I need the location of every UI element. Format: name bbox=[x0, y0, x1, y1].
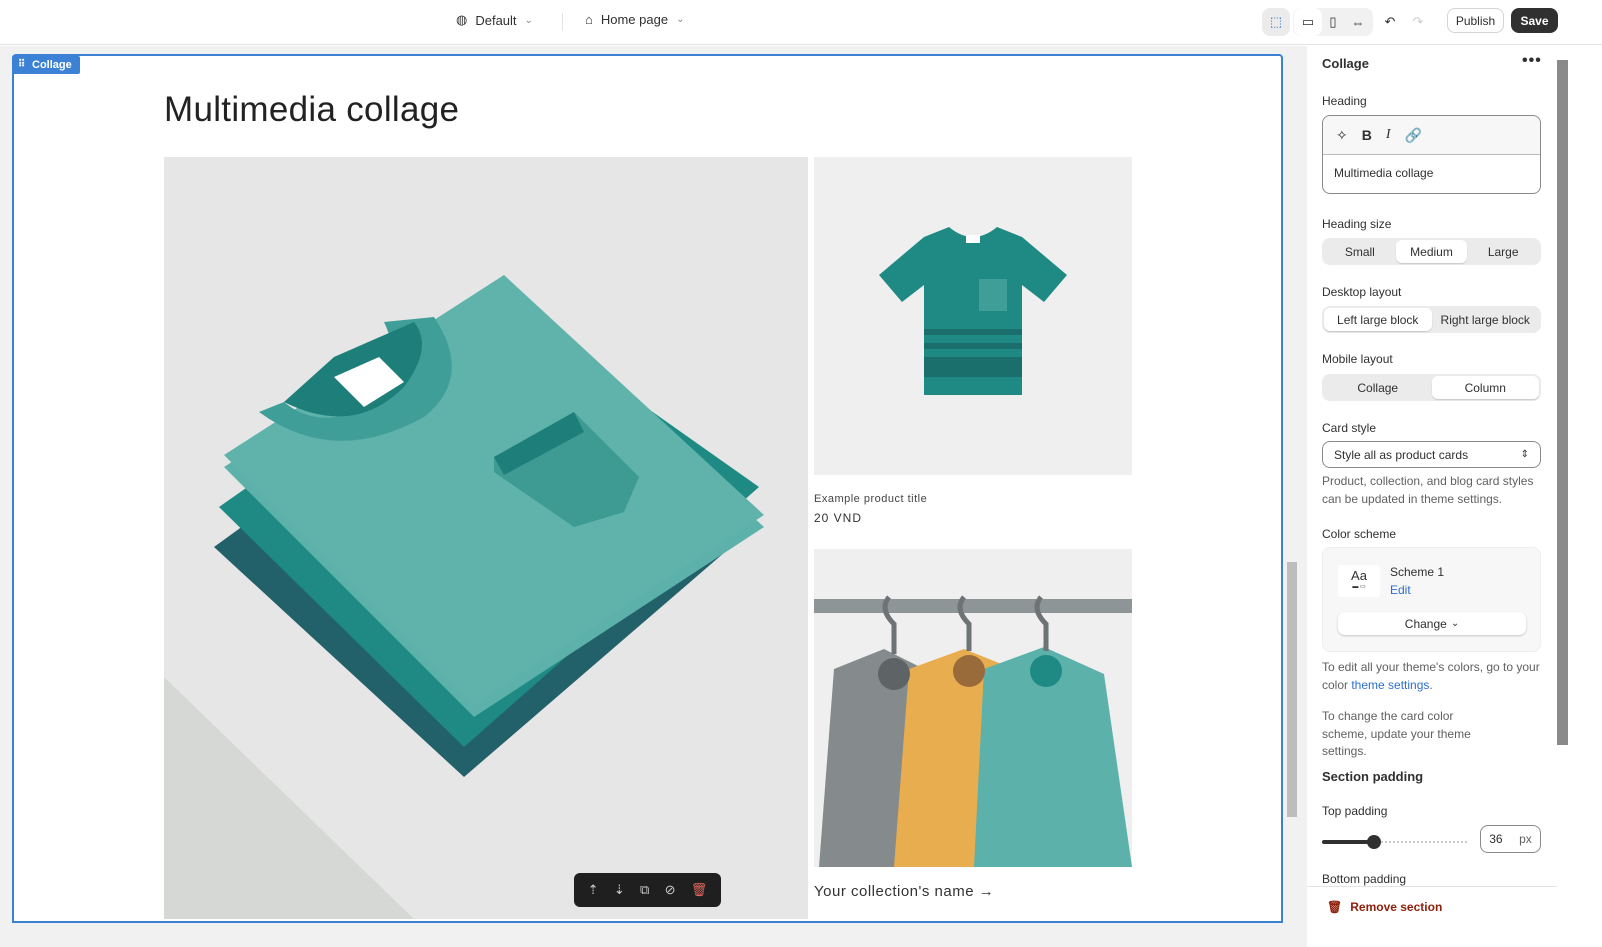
theme-settings-link[interactable]: theme settings bbox=[1351, 678, 1429, 692]
ai-sparkle-icon[interactable]: ✧ bbox=[1336, 127, 1348, 144]
bottom-padding-label: Bottom padding bbox=[1322, 872, 1407, 886]
heading-size-medium[interactable]: Medium bbox=[1395, 240, 1468, 263]
select-arrows-icon: ⇕ bbox=[1520, 449, 1529, 460]
fullwidth-view-button[interactable]: ⇔ bbox=[1344, 8, 1372, 36]
collection-link[interactable]: Your collection's name → bbox=[814, 883, 994, 900]
tshirt-product-image[interactable] bbox=[814, 157, 1132, 475]
mobile-icon: ▯ bbox=[1329, 14, 1337, 29]
panel-title: Collage bbox=[1322, 56, 1369, 71]
panel-scrollbar-thumb[interactable] bbox=[1557, 60, 1568, 745]
inspector-toggle[interactable]: ⬚ bbox=[1262, 8, 1290, 36]
divider bbox=[562, 13, 563, 31]
slider-handle[interactable] bbox=[1367, 835, 1382, 849]
desktop-layout-segmented: Left large block Right large block bbox=[1322, 306, 1541, 333]
card-scheme-help: To change the card color scheme, update … bbox=[1322, 709, 1471, 758]
heading-label: Heading bbox=[1322, 94, 1367, 108]
top-padding-value: 36 bbox=[1489, 832, 1503, 846]
product-price: 20 VND bbox=[814, 511, 863, 525]
color-scheme-label: Color scheme bbox=[1322, 527, 1397, 541]
heading-size-segmented: Small Medium Large bbox=[1322, 238, 1541, 265]
scheme-edit-link[interactable]: Edit bbox=[1390, 583, 1411, 597]
remove-section-label: Remove section bbox=[1350, 900, 1443, 914]
preview-canvas: Multimedia collage Example product title… bbox=[0, 46, 1307, 947]
expand-icon: ⇔ bbox=[1351, 14, 1365, 30]
heading-size-label: Heading size bbox=[1322, 217, 1392, 231]
colors-help-end: . bbox=[1429, 677, 1433, 692]
desktop-layout-label: Desktop layout bbox=[1322, 285, 1402, 299]
rte-toolbar: ✧ B I 🔗 bbox=[1323, 116, 1540, 155]
trash-icon: 🗑 bbox=[1327, 900, 1343, 914]
select-cursor-icon: ⬚ bbox=[1269, 14, 1283, 29]
scheme-preview-text: Aa bbox=[1351, 568, 1367, 583]
mobile-layout-column[interactable]: Column bbox=[1431, 376, 1539, 399]
redo-icon: ↷ bbox=[1412, 14, 1424, 29]
delete-icon[interactable]: 🗑 bbox=[691, 882, 708, 898]
card-style-value: Style all as product cards bbox=[1334, 447, 1469, 462]
section-label[interactable]: Collage bbox=[12, 56, 80, 74]
panel-footer: 🗑 Remove section bbox=[1307, 886, 1557, 947]
top-bar: ◍ Default ⌄ ⌂ Home page ⌄ ⬚ ▭ ▯ ⇔ ↶ ↷ Pu… bbox=[0, 0, 1602, 45]
bold-icon[interactable]: B bbox=[1362, 127, 1372, 143]
desktop-layout-left[interactable]: Left large block bbox=[1324, 308, 1432, 331]
colors-help: To edit all your theme's colors, go to y… bbox=[1322, 659, 1547, 694]
page-label: Home page bbox=[600, 12, 669, 27]
top-padding-input[interactable]: 36 px bbox=[1480, 825, 1541, 853]
top-padding-unit: px bbox=[1519, 832, 1532, 846]
block-toolbar: ⇡ ⇣ ⧉ ⊘ 🗑 bbox=[574, 873, 721, 907]
undo-icon: ↶ bbox=[1384, 14, 1396, 29]
mobile-layout-segmented: Collage Column bbox=[1322, 374, 1541, 401]
chevron-down-icon: ⌄ bbox=[676, 14, 685, 25]
theme-selector[interactable]: ◍ Default ⌄ bbox=[456, 12, 533, 28]
scheme-preview: Aa ▬ ▭ bbox=[1338, 565, 1380, 597]
link-icon[interactable]: 🔗 bbox=[1405, 127, 1422, 144]
collage-section[interactable]: Multimedia collage Example product title… bbox=[12, 54, 1283, 923]
mobile-layout-collage[interactable]: Collage bbox=[1324, 376, 1432, 399]
page-selector[interactable]: ⌂ Home page ⌄ bbox=[585, 12, 684, 27]
desktop-icon: ▭ bbox=[1301, 14, 1315, 29]
hide-icon[interactable]: ⊘ bbox=[665, 882, 676, 898]
arrow-right-icon: → bbox=[978, 883, 995, 900]
mobile-layout-label: Mobile layout bbox=[1322, 352, 1393, 366]
product-title[interactable]: Example product title bbox=[814, 493, 927, 505]
heading-size-small[interactable]: Small bbox=[1324, 240, 1396, 263]
redo-button[interactable]: ↷ bbox=[1404, 8, 1432, 36]
settings-panel: Collage ••• Heading ✧ B I 🔗 Multimedia c… bbox=[1307, 46, 1557, 947]
theme-label: Default bbox=[475, 12, 517, 28]
italic-icon[interactable]: I bbox=[1386, 127, 1391, 143]
undo-button[interactable]: ↶ bbox=[1376, 8, 1404, 36]
home-icon: ⌂ bbox=[585, 12, 593, 27]
duplicate-icon[interactable]: ⧉ bbox=[640, 882, 649, 898]
heading-input[interactable]: Multimedia collage bbox=[1323, 155, 1540, 191]
heading-size-large[interactable]: Large bbox=[1467, 240, 1539, 263]
desktop-view-button[interactable]: ▭ bbox=[1294, 8, 1322, 36]
card-style-label: Card style bbox=[1322, 421, 1377, 435]
globe-icon: ◍ bbox=[456, 12, 468, 27]
top-padding-label: Top padding bbox=[1322, 804, 1388, 818]
change-label: Change bbox=[1404, 616, 1447, 631]
remove-section-button[interactable]: 🗑 Remove section bbox=[1327, 900, 1442, 914]
collage-heading: Multimedia collage bbox=[164, 90, 460, 129]
color-scheme-card: Aa ▬ ▭ Scheme 1 Edit Change ⌄ bbox=[1322, 547, 1541, 652]
move-up-icon[interactable]: ⇡ bbox=[588, 882, 599, 898]
heading-editor[interactable]: ✧ B I 🔗 Multimedia collage bbox=[1322, 115, 1541, 194]
save-button[interactable]: Save bbox=[1511, 8, 1558, 33]
collection-name: Your collection's name bbox=[814, 883, 975, 900]
top-padding-slider[interactable] bbox=[1322, 835, 1467, 849]
mobile-view-button[interactable]: ▯ bbox=[1319, 8, 1347, 36]
more-options-icon[interactable]: ••• bbox=[1522, 52, 1542, 70]
card-style-select[interactable]: Style all as product cards ⇕ bbox=[1322, 441, 1541, 468]
publish-button[interactable]: Publish bbox=[1447, 8, 1504, 33]
collection-image[interactable] bbox=[814, 549, 1132, 867]
section-padding-heading: Section padding bbox=[1322, 769, 1424, 784]
scheme-name: Scheme 1 bbox=[1390, 565, 1445, 579]
chevron-down-icon: ⌄ bbox=[1450, 618, 1460, 629]
move-down-icon[interactable]: ⇣ bbox=[614, 882, 625, 898]
folded-shirts-image[interactable] bbox=[164, 157, 808, 919]
card-style-help: Product, collection, and blog card style… bbox=[1322, 474, 1534, 506]
scheme-change-button[interactable]: Change ⌄ bbox=[1338, 612, 1526, 635]
chevron-down-icon: ⌄ bbox=[524, 14, 533, 26]
preview-scrollbar-thumb[interactable] bbox=[1287, 562, 1297, 817]
desktop-layout-right[interactable]: Right large block bbox=[1432, 308, 1540, 331]
